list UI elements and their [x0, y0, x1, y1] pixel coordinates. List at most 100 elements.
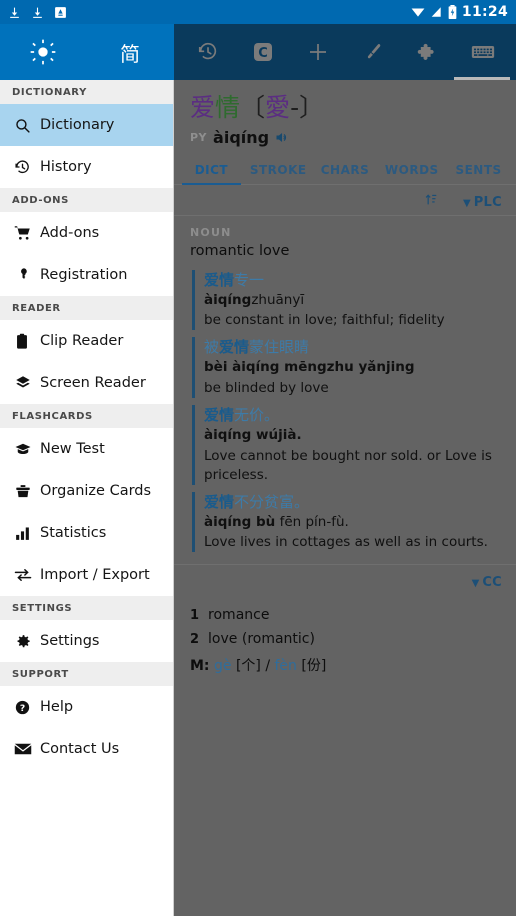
plc-source-label: PLC — [473, 194, 502, 210]
example-pinyin: àiqíng bù fēn pín-fù. — [204, 513, 500, 533]
sidebar-item-import-export[interactable]: Import / Export — [0, 554, 173, 596]
entry-tabs: DICT STROKE CHARS WORDS SENTS — [174, 157, 516, 185]
tab-words[interactable]: WORDS — [378, 157, 445, 184]
example-pinyin: bèi àiqíng mēngzhu yǎnjing — [204, 358, 500, 378]
example-translation: Love cannot be bought nor sold. or Love … — [204, 447, 492, 483]
sidebar-section-header: READER — [0, 296, 173, 320]
example-entry[interactable]: 爱情无价。 àiqíng wújià. Love cannot be bough… — [192, 404, 516, 485]
sidebar-item-add-ons[interactable]: Add-ons — [0, 212, 173, 254]
graduation-cap-icon — [14, 440, 40, 458]
headword[interactable]: 爱情〔愛-〕 — [174, 80, 516, 122]
example-entry[interactable]: 爱情专一 àiqíngzhuānyī be constant in love; … — [192, 269, 516, 331]
signal-icon — [430, 6, 443, 18]
sidebar-item-new-test[interactable]: New Test — [0, 428, 173, 470]
cc-sense-text: romance — [208, 607, 270, 624]
tab-stroke[interactable]: STROKE — [245, 157, 312, 184]
cc-sense-row: 1 romance — [190, 603, 500, 627]
script-toggle-button[interactable]: 简 — [86, 38, 174, 67]
plc-source-bar: ▼ PLC — [174, 185, 516, 216]
sidebar-item-label: Import / Export — [40, 567, 150, 583]
example-hanzi-match: 爱情 — [204, 492, 235, 511]
traditional-close-bracket: 〕 — [299, 93, 325, 122]
sidebar-item-settings[interactable]: Settings — [0, 620, 173, 662]
navigation-drawer: DICTIONARY Dictionary History ADD-ONS Ad… — [0, 80, 174, 916]
clipboard-c-icon[interactable]: C — [243, 32, 283, 72]
traditional-char: 愛 — [265, 93, 291, 122]
example-pinyin-match: àiqíng — [204, 291, 252, 308]
app-bar-toolbar: C — [174, 24, 516, 80]
example-pinyin-match: àiqíng — [232, 359, 280, 376]
sidebar-item-label: Add-ons — [40, 225, 100, 241]
bar-chart-icon — [14, 525, 40, 542]
cc-sense-list: 1 romance 2 love (romantic) M: gè [个] / … — [174, 595, 516, 675]
svg-text:C: C — [258, 46, 268, 61]
sidebar-item-help[interactable]: ? Help — [0, 686, 173, 728]
cc-measure-hanzi-2: [份] — [301, 658, 327, 675]
tab-chars[interactable]: CHARS — [312, 157, 379, 184]
example-pinyin-match: àiqíng — [204, 427, 252, 444]
cc-source-toggle[interactable]: ▼ CC — [472, 571, 502, 590]
sidebar-item-label: Organize Cards — [40, 483, 152, 499]
cc-sense-row: 2 love (romantic) — [190, 627, 500, 651]
sidebar-item-statistics[interactable]: Statistics — [0, 512, 173, 554]
transfer-icon — [14, 566, 40, 584]
sidebar-section-header: FLASHCARDS — [0, 404, 173, 428]
cart-icon — [14, 224, 40, 242]
sidebar-item-dictionary[interactable]: Dictionary — [0, 104, 173, 146]
status-bar-right-icons: 11:24 — [411, 4, 508, 20]
sidebar-item-history[interactable]: History — [0, 146, 173, 188]
keyboard-icon[interactable] — [463, 32, 503, 72]
wifi-icon — [411, 6, 425, 18]
example-pinyin-rest: mēngzhu yǎnjing — [279, 359, 415, 376]
example-hanzi-rest: 专一 — [234, 270, 265, 289]
example-hanzi-prefix: 被 — [204, 338, 220, 357]
sidebar-item-label: Clip Reader — [40, 333, 124, 349]
sidebar-item-label: Help — [40, 699, 74, 715]
traditional-dash: - — [290, 93, 300, 122]
example-hanzi: 爱情专一 — [204, 270, 500, 290]
sidebar-item-clip-reader[interactable]: Clip Reader — [0, 320, 173, 362]
body: DICTIONARY Dictionary History ADD-ONS Ad… — [0, 80, 516, 916]
sidebar-section-header: SUPPORT — [0, 662, 173, 686]
tab-dict[interactable]: DICT — [178, 157, 245, 185]
envelope-icon — [14, 742, 40, 756]
plus-icon[interactable] — [298, 32, 338, 72]
example-entry[interactable]: 爱情不分贫富。 àiqíng bù fēn pín-fù. Love lives… — [192, 491, 516, 553]
caret-down-icon: ▼ — [471, 578, 480, 590]
sidebar-item-label: Dictionary — [40, 117, 115, 133]
key-icon — [14, 267, 40, 284]
history-icon[interactable] — [188, 32, 228, 72]
cc-measure-pinyin-1[interactable]: gè — [214, 658, 232, 674]
cc-measure-pinyin-2[interactable]: fèn — [275, 658, 297, 674]
sidebar-item-screen-reader[interactable]: Screen Reader — [0, 362, 173, 404]
headword-char-2: 情 — [215, 93, 241, 122]
sidebar-item-label: Screen Reader — [40, 375, 146, 391]
example-entry[interactable]: 被爱情蒙住眼睛 bèi àiqíng mēngzhu yǎnjing be bl… — [192, 337, 516, 398]
sidebar-item-registration[interactable]: Registration — [0, 254, 173, 296]
example-translation: be blinded by love — [204, 380, 329, 397]
brush-icon[interactable] — [353, 32, 393, 72]
sort-icon[interactable] — [425, 191, 437, 210]
tab-sents[interactable]: SENTS — [445, 157, 512, 184]
sidebar-item-label: Registration — [40, 267, 128, 283]
example-pinyin-rest: zhuānyī — [251, 291, 305, 308]
sidebar-item-organize-cards[interactable]: Organize Cards — [0, 470, 173, 512]
speaker-icon[interactable] — [275, 131, 290, 144]
status-bar-clock: 11:24 — [461, 4, 508, 20]
sidebar-item-label: Settings — [40, 633, 100, 649]
example-hanzi-rest: 不分贫富。 — [234, 492, 310, 511]
cc-sense-number: 2 — [190, 632, 200, 648]
sidebar-section-header: SETTINGS — [0, 596, 173, 620]
sidebar-section-header: DICTIONARY — [0, 80, 173, 104]
brightness-button[interactable] — [0, 39, 86, 65]
example-hanzi-rest: 蒙住眼睛 — [249, 338, 310, 357]
search-icon — [14, 117, 40, 134]
sidebar-item-contact-us[interactable]: Contact Us — [0, 728, 173, 770]
puzzle-icon[interactable] — [408, 32, 448, 72]
history-icon — [14, 159, 40, 176]
battery-charging-icon — [448, 5, 457, 20]
plc-source-toggle[interactable]: ▼ PLC — [463, 191, 502, 210]
sidebar-item-label: Contact Us — [40, 741, 120, 757]
pinyin-tag: PY — [190, 130, 208, 144]
example-hanzi-match: 爱情 — [219, 338, 250, 357]
